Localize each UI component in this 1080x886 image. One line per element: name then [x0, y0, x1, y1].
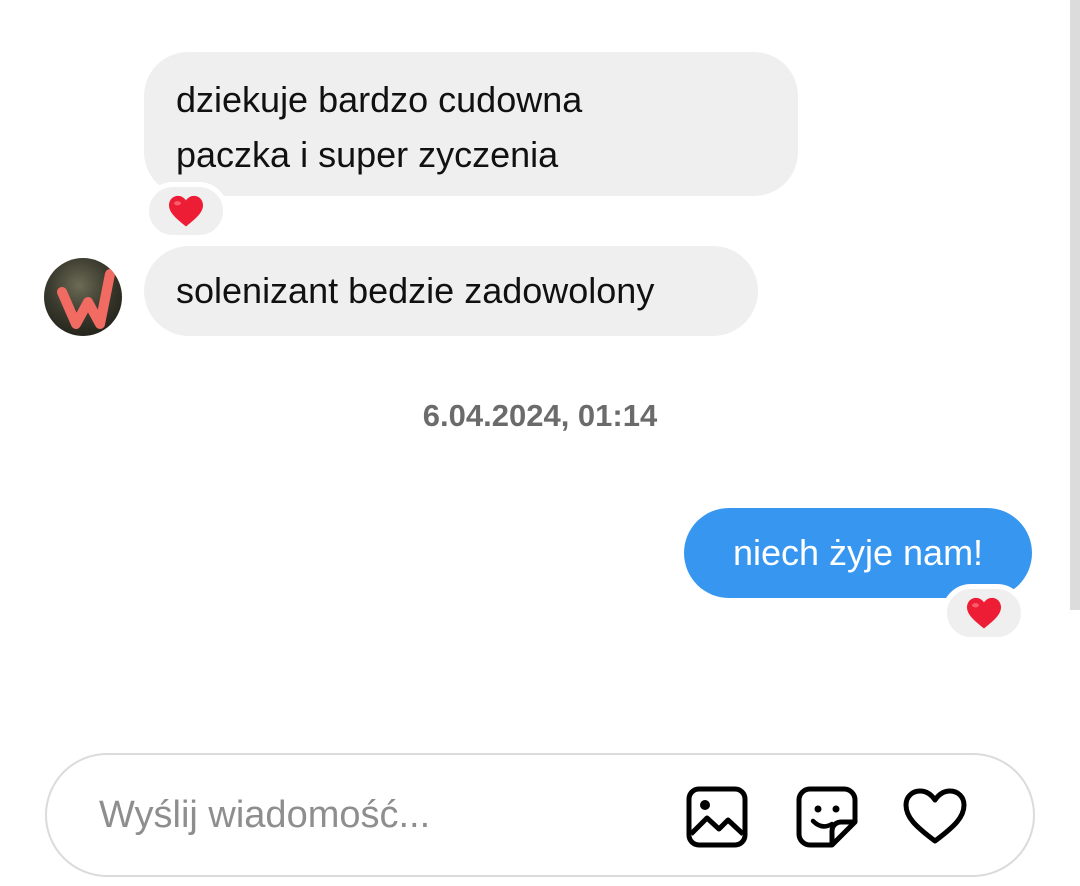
sticker-icon	[796, 786, 858, 848]
message-text: niech żyje nam!	[732, 532, 984, 573]
avatar-logo-icon	[57, 269, 115, 329]
sticker-button[interactable]	[795, 785, 859, 849]
message-bubble-incoming[interactable]: dziekuje bardzo cudowna paczka i super z…	[144, 52, 798, 196]
heart-reaction-icon	[967, 597, 1001, 629]
reaction-badge[interactable]	[942, 584, 1026, 642]
message-text: solenizant bedzie zadowolony	[176, 270, 655, 311]
like-button[interactable]	[903, 785, 967, 849]
gallery-button[interactable]	[685, 785, 749, 849]
timestamp: 6.04.2024, 01:14	[422, 398, 658, 433]
scrollbar[interactable]	[1070, 0, 1080, 610]
heart-reaction-icon	[169, 195, 203, 227]
message-composer	[45, 753, 1035, 877]
heart-icon	[903, 788, 967, 844]
message-input[interactable]	[99, 785, 659, 845]
message-text-line: paczka i super zyczenia	[176, 134, 559, 175]
message-bubble-incoming[interactable]: solenizant bedzie zadowolony	[144, 246, 758, 336]
avatar[interactable]	[44, 258, 122, 336]
image-icon	[686, 786, 748, 848]
message-text-line: dziekuje bardzo cudowna	[176, 79, 583, 120]
reaction-badge[interactable]	[144, 182, 228, 240]
